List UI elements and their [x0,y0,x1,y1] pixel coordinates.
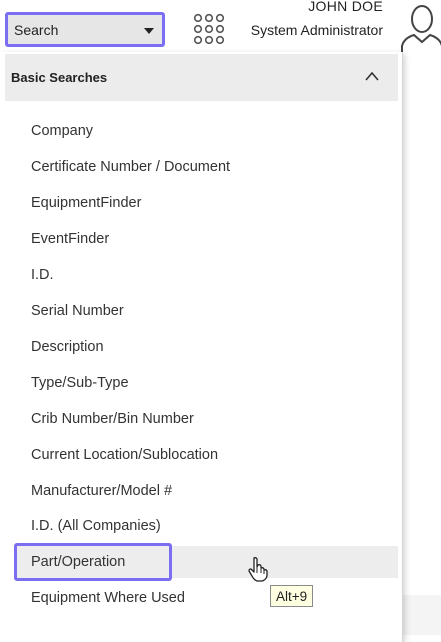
menu-item-eventfinder[interactable]: EventFinder [14,223,398,255]
menu-item-description[interactable]: Description [14,331,398,363]
menu-item-id[interactable]: I.D. [14,259,398,291]
menu-item-equipmentfinder[interactable]: EquipmentFinder [14,187,398,219]
basic-searches-header[interactable]: Basic Searches [5,54,398,101]
menu-item-serial-number[interactable]: Serial Number [14,295,398,327]
search-select-value: Search [14,21,59,38]
section-title: Basic Searches [11,70,108,85]
chevron-up-icon [365,71,379,81]
background-page [400,50,441,635]
menu-item-part-operation[interactable]: Part/Operation [14,543,398,581]
caret-down-icon [144,28,154,34]
search-dropdown-menu: Basic Searches Company Certificate Numbe… [0,52,403,642]
highlight-box [14,543,172,581]
shortcut-tooltip: Alt+9 [270,585,314,607]
user-role: System Administrator [250,22,383,38]
apps-grid-icon[interactable] [193,13,225,45]
user-avatar-icon[interactable] [398,2,441,56]
menu-item-equipment-where-used[interactable]: Equipment Where Used [14,582,398,614]
menu-item-crib-bin-number[interactable]: Crib Number/Bin Number [14,403,398,435]
menu-item-manufacturer-model[interactable]: Manufacturer/Model # [14,475,398,507]
background-panel [403,595,441,635]
hand-pointer-icon [248,557,268,582]
menu-item-company[interactable]: Company [14,115,398,147]
user-name: JOHN DOE [308,0,383,14]
top-bar: Search JOHN DOE System Administrator [0,0,441,56]
menu-item-current-location[interactable]: Current Location/Sublocation [14,439,398,471]
menu-item-type-subtype[interactable]: Type/Sub-Type [14,367,398,399]
menu-item-id-all-companies[interactable]: I.D. (All Companies) [14,510,398,542]
menu-item-certificate-number[interactable]: Certificate Number / Document [14,151,398,183]
search-type-select[interactable]: Search [5,12,165,47]
